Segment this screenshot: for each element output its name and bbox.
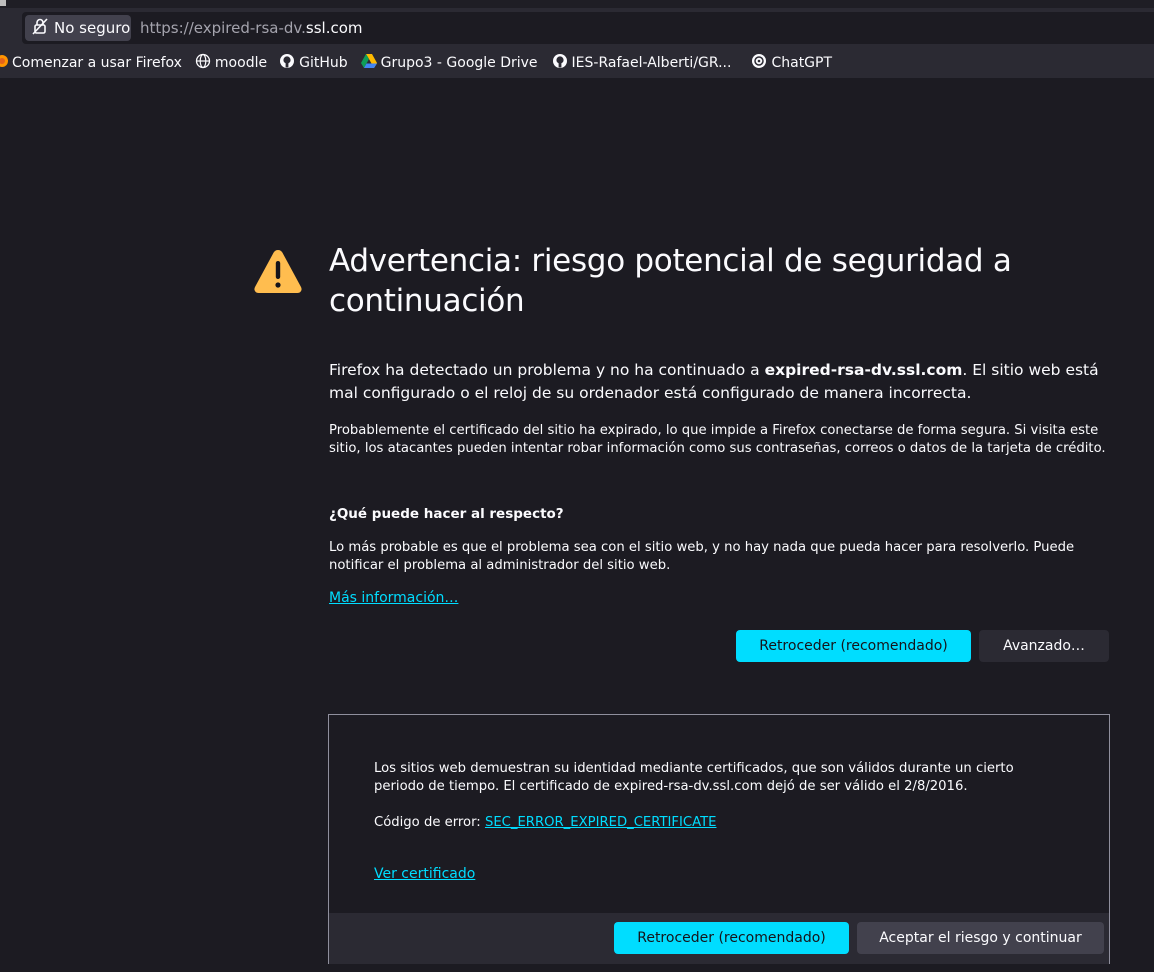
advanced-panel-footer: Retroceder (recomendado) Aceptar el ries… [329, 913, 1109, 964]
view-certificate-link[interactable]: Ver certificado [374, 866, 475, 882]
bookmark-google-drive[interactable]: Grupo3 - Google Drive [360, 54, 538, 72]
intro-host: expired-rsa-dv.ssl.com [764, 361, 963, 379]
bookmark-moodle[interactable]: moodle [195, 53, 267, 73]
globe-icon [195, 53, 211, 73]
advanced-panel: Los sitios web demuestran su identidad m… [328, 714, 1110, 964]
intro-text: Firefox ha detectado un problema y no ha… [329, 359, 1119, 405]
go-back-button[interactable]: Retroceder (recomendado) [736, 630, 971, 662]
page-title: Advertencia: riesgo potencial de segurid… [329, 243, 1012, 319]
error-page: Advertencia: riesgo potencial de segurid… [0, 78, 1154, 972]
bookmark-ies-repo[interactable]: IES-Rafael-Alberti/GR... [552, 53, 732, 73]
window-edge [0, 0, 6, 6]
security-label: No seguro [54, 19, 131, 37]
firefox-icon [0, 54, 8, 72]
detail-text: Probablemente el certificado del sitio h… [329, 423, 1106, 456]
error-code-link[interactable]: SEC_ERROR_EXPIRED_CERTIFICATE [485, 815, 717, 830]
url-prefix: https://expired-rsa-dv. [140, 19, 306, 37]
security-indicator[interactable]: No seguro [25, 15, 131, 41]
navigation-toolbar: No seguro https://expired-rsa-dv.ssl.com [0, 8, 1154, 48]
bookmark-firefox[interactable]: Comenzar a usar Firefox [0, 54, 182, 72]
bookmark-label: GitHub [299, 55, 348, 71]
github-icon [552, 53, 568, 73]
bookmark-github[interactable]: GitHub [279, 53, 348, 73]
advanced-go-back-button[interactable]: Retroceder (recomendado) [614, 922, 849, 954]
warning-icon [253, 247, 303, 295]
what-can-you-do-heading: ¿Qué puede hacer al respecto? [329, 506, 564, 522]
advanced-button[interactable]: Avanzado… [979, 630, 1109, 662]
error-code-line: Código de error: SEC_ERROR_EXPIRED_CERTI… [374, 815, 716, 830]
url-host: ssl.com [305, 19, 363, 37]
advanced-explanation: Los sitios web demuestran su identidad m… [374, 761, 1014, 794]
window-top-strip [0, 0, 1154, 8]
bookmarks-toolbar: Comenzar a usar Firefox moodle GitHub Gr… [0, 48, 1154, 78]
bookmark-label: ChatGPT [771, 55, 833, 71]
github-icon [279, 53, 295, 73]
bookmark-label: Comenzar a usar Firefox [12, 55, 182, 71]
bookmark-chatgpt[interactable]: ChatGPT [751, 53, 832, 73]
url-text[interactable]: https://expired-rsa-dv.ssl.com [140, 12, 363, 44]
what-can-you-do-text: Lo más probable es que el problema sea c… [329, 540, 1075, 573]
google-drive-icon [360, 54, 377, 72]
intro-text-before: Firefox ha detectado un problema y no ha… [329, 361, 765, 379]
chatgpt-icon [751, 53, 767, 73]
broken-lock-icon [32, 17, 48, 39]
accept-risk-button[interactable]: Aceptar el riesgo y continuar [857, 922, 1104, 954]
bookmark-label: moodle [214, 55, 268, 71]
learn-more-link[interactable]: Más información… [329, 590, 458, 606]
url-bar[interactable]: No seguro https://expired-rsa-dv.ssl.com [22, 12, 1154, 44]
bookmark-label: Grupo3 - Google Drive [380, 55, 538, 71]
bookmark-label: IES-Rafael-Alberti/GR... [571, 55, 732, 71]
error-code-label: Código de error: [374, 815, 485, 830]
